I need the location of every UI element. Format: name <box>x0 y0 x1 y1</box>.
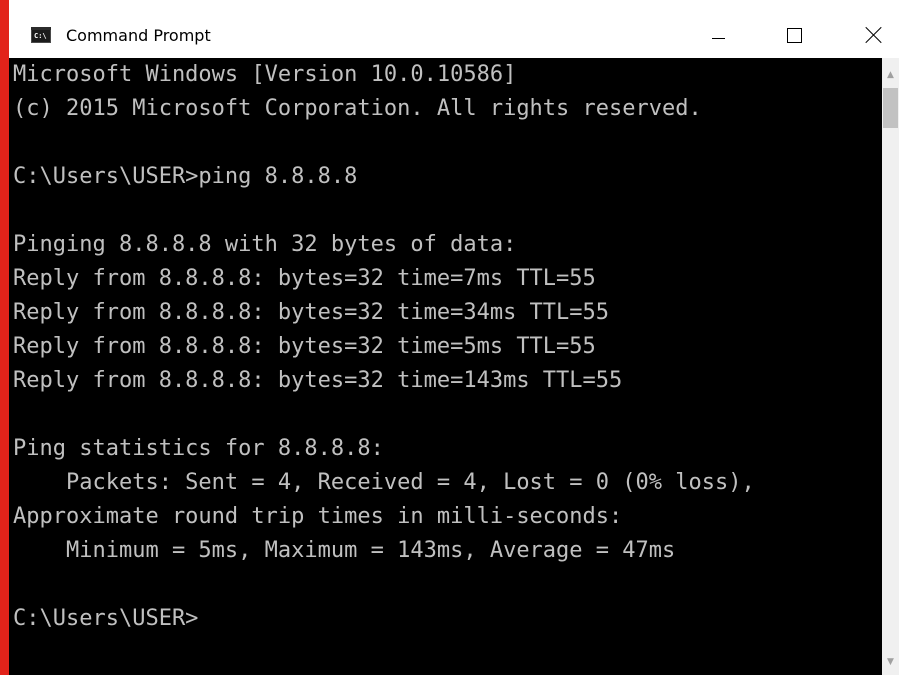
scroll-thumb[interactable] <box>883 88 898 128</box>
vertical-scrollbar[interactable]: ▲ ▼ <box>882 58 899 675</box>
console-line: C:\Users\USER> <box>13 606 199 631</box>
cmd-icon-text: C:\ <box>34 32 47 40</box>
scroll-up-arrow-icon[interactable]: ▲ <box>882 66 899 83</box>
close-icon <box>865 26 883 44</box>
console-line: Ping statistics for 8.8.8.8: <box>13 436 384 461</box>
console-text: Microsoft Windows [Version 10.0.10586] (c… <box>13 58 755 636</box>
console-line: C:\Users\USER>ping 8.8.8.8 <box>13 164 358 189</box>
console-line: Reply from 8.8.8.8: bytes=32 time=5ms TT… <box>13 334 596 359</box>
minimize-button[interactable] <box>695 16 741 54</box>
console-line: Reply from 8.8.8.8: bytes=32 time=34ms T… <box>13 300 610 325</box>
console-line: Reply from 8.8.8.8: bytes=32 time=7ms TT… <box>13 266 596 291</box>
title-bar[interactable]: C:\ Command Prompt <box>0 0 899 58</box>
console-line: Minimum = 5ms, Maximum = 143ms, Average … <box>13 538 676 563</box>
command-prompt-window: C:\ Command Prompt Microsoft Windows [Ve… <box>0 0 899 675</box>
minimize-icon <box>711 37 725 39</box>
maximize-button[interactable] <box>771 16 817 54</box>
console-line: Reply from 8.8.8.8: bytes=32 time=143ms … <box>13 368 623 393</box>
console-line: (c) 2015 Microsoft Corporation. All righ… <box>13 96 702 121</box>
console-line: Approximate round trip times in milli-se… <box>13 504 623 529</box>
scroll-down-arrow-icon[interactable]: ▼ <box>882 653 899 670</box>
console-line: Packets: Sent = 4, Received = 4, Lost = … <box>13 470 755 495</box>
cmd-icon[interactable]: C:\ <box>31 27 51 43</box>
window-title: Command Prompt <box>66 26 211 45</box>
maximize-icon <box>786 27 802 43</box>
close-button[interactable] <box>851 16 897 54</box>
console-line: Pinging 8.8.8.8 with 32 bytes of data: <box>13 232 517 257</box>
window-border-accent <box>0 0 9 675</box>
console-line: Microsoft Windows [Version 10.0.10586] <box>13 62 517 87</box>
console-output[interactable]: Microsoft Windows [Version 10.0.10586] (c… <box>10 58 882 675</box>
